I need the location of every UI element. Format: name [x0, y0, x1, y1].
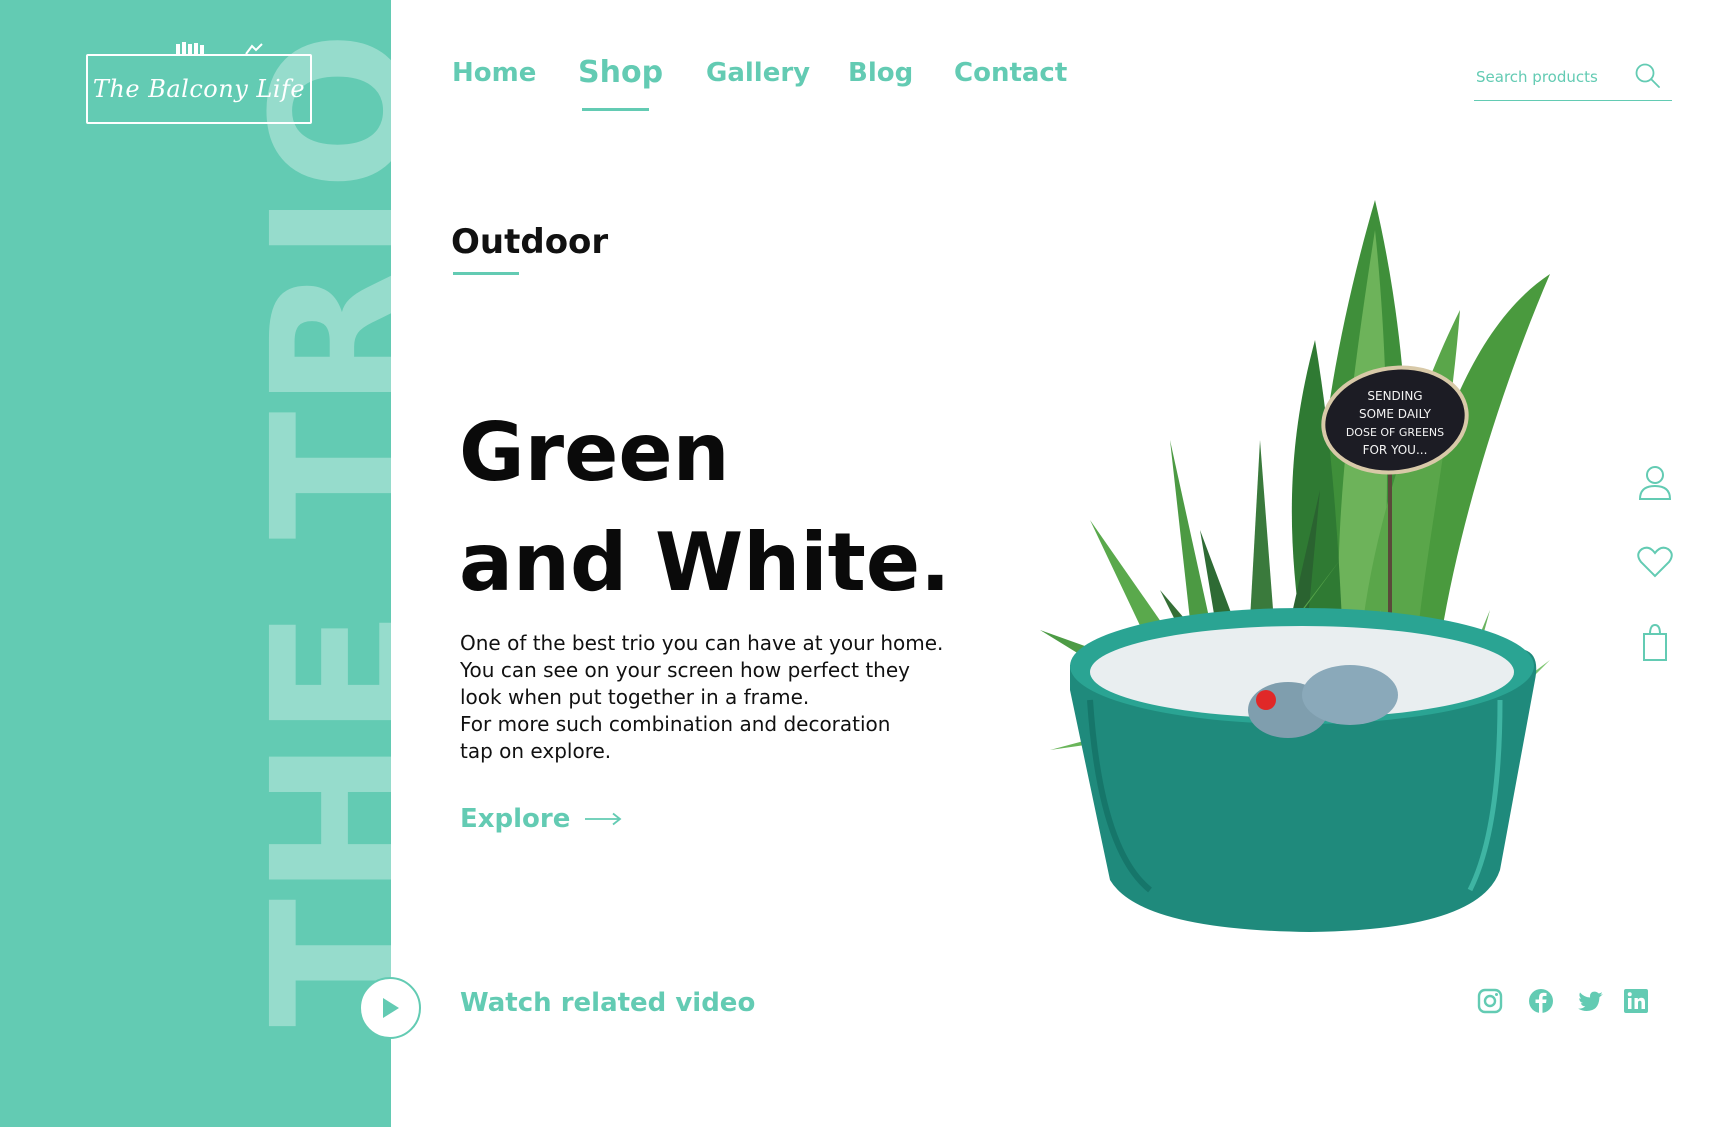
sidebar: THE TRIO The Balcony Life	[0, 0, 391, 1127]
search-bar	[1474, 60, 1672, 101]
shopping-bag-icon[interactable]	[1636, 622, 1674, 662]
nav-gallery[interactable]: Gallery	[706, 58, 810, 88]
headline-line-1: Green	[459, 406, 730, 499]
description-line: For more such combination and decoration	[460, 712, 891, 736]
nav-contact[interactable]: Contact	[954, 58, 1067, 88]
hero-headline: Green and White.	[459, 398, 951, 618]
tag-line: FOR YOU...	[1363, 443, 1428, 457]
description-line: look when put together in a frame.	[460, 685, 810, 709]
sidebar-vertical-title: THE TRIO	[232, 28, 391, 1027]
nav-blog[interactable]: Blog	[848, 58, 913, 88]
category-underline	[453, 272, 519, 275]
description-line: One of the best trio you can have at you…	[460, 631, 944, 655]
search-input[interactable]	[1474, 64, 1628, 90]
tag-line: SOME DAILY	[1359, 407, 1432, 421]
nav-active-underline	[582, 108, 649, 111]
play-icon	[383, 998, 399, 1018]
description-line: tap on explore.	[460, 739, 612, 763]
user-icon[interactable]	[1636, 462, 1674, 502]
tag-line: DOSE OF GREENS	[1346, 426, 1444, 439]
tag-line: SENDING	[1367, 389, 1422, 403]
brand-logo[interactable]: The Balcony Life	[86, 54, 312, 124]
play-video-button[interactable]	[359, 977, 421, 1039]
description-line: You can see on your screen how perfect t…	[460, 658, 910, 682]
hero-description: One of the best trio you can have at you…	[460, 630, 960, 765]
heart-icon[interactable]	[1636, 542, 1674, 582]
product-image: SENDING SOME DAILY DOSE OF GREENS FOR YO…	[1040, 200, 1550, 932]
facebook-icon[interactable]	[1527, 987, 1555, 1015]
nav-shop[interactable]: Shop	[578, 55, 663, 90]
watch-video-link[interactable]: Watch related video	[460, 988, 755, 1018]
explore-label: Explore	[460, 804, 571, 834]
headline-line-2: and White.	[459, 516, 951, 609]
twitter-icon[interactable]	[1577, 987, 1605, 1015]
brand-logo-text: The Balcony Life	[92, 75, 306, 103]
arrow-right-icon	[585, 812, 622, 826]
linkedin-icon[interactable]	[1622, 987, 1650, 1015]
search-icon[interactable]	[1634, 62, 1662, 90]
nav-home[interactable]: Home	[452, 58, 536, 88]
explore-link[interactable]: Explore	[460, 804, 622, 834]
instagram-icon[interactable]	[1476, 987, 1504, 1015]
category-title: Outdoor	[451, 222, 609, 262]
